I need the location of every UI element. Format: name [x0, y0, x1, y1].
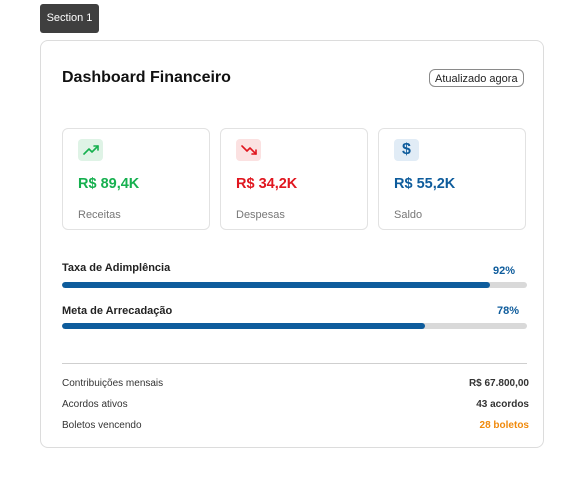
detail-label-active-agreements: Acordos ativos — [62, 399, 128, 410]
progress-fill-compliance — [62, 282, 490, 288]
trending-down-icon — [236, 139, 261, 161]
progress-percent-compliance: 92% — [493, 265, 516, 277]
progress-fill-collection-goal — [62, 323, 425, 329]
stat-label-expenses: Despesas — [236, 209, 285, 221]
detail-label-monthly-contributions: Contribuições mensais — [62, 378, 164, 389]
progress-label-compliance: Taxa de Adimplência — [62, 262, 171, 274]
card-title: Dashboard Financeiro — [62, 69, 231, 86]
stat-value-expenses: R$ 34,2K — [236, 176, 298, 192]
updated-badge: Atualizado agora — [429, 69, 524, 87]
detail-value-active-agreements: 43 acordos — [476, 399, 529, 410]
stat-label-balance: Saldo — [394, 209, 423, 221]
progress-track-collection-goal — [62, 323, 527, 329]
detail-label-expiring-slips: Boletos vencendo — [62, 420, 142, 431]
divider — [62, 363, 527, 364]
dollar-icon: $ — [394, 139, 419, 161]
stat-value-balance: R$ 55,2K — [394, 176, 456, 192]
progress-label-collection-goal: Meta de Arrecadação — [62, 305, 173, 317]
stat-card-balance: $ R$ 55,2K Saldo — [378, 128, 526, 230]
detail-value-expiring-slips: 28 boletos — [479, 420, 529, 431]
detail-row: Acordos ativos 43 acordos — [62, 399, 529, 413]
stat-card-revenue: R$ 89,4K Receitas — [62, 128, 210, 230]
progress-track-compliance — [62, 282, 527, 288]
financial-dashboard-card: Dashboard Financeiro Atualizado agora R$… — [40, 40, 544, 448]
stat-label-revenue: Receitas — [78, 209, 121, 221]
detail-row: Contribuições mensais R$ 67.800,00 — [62, 378, 529, 392]
stat-value-revenue: R$ 89,4K — [78, 176, 140, 192]
detail-row: Boletos vencendo 28 boletos — [62, 420, 529, 434]
detail-value-monthly-contributions: R$ 67.800,00 — [468, 378, 529, 389]
progress-percent-collection-goal: 78% — [497, 305, 520, 317]
section-tag: Section 1 — [40, 4, 99, 33]
trending-up-icon — [78, 139, 103, 161]
stat-card-expenses: R$ 34,2K Despesas — [220, 128, 368, 230]
